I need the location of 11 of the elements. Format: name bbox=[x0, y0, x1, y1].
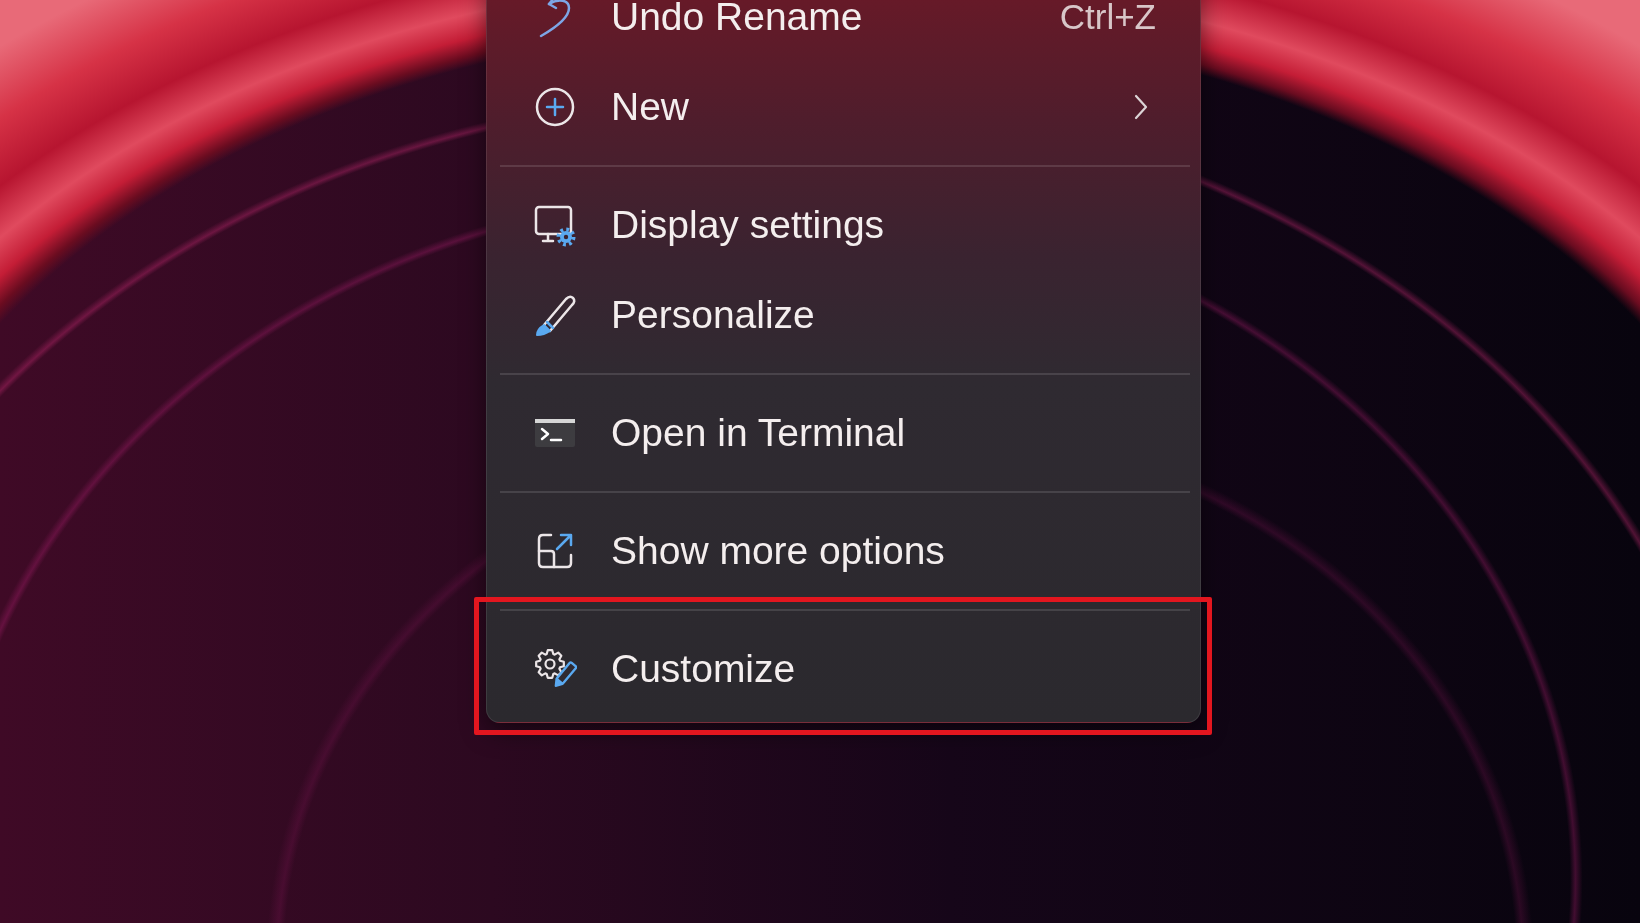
menu-item[interactable]: New bbox=[487, 62, 1200, 152]
pen-icon bbox=[533, 293, 577, 337]
plus-circle-icon bbox=[533, 85, 577, 129]
menu-item[interactable]: Open in Terminal bbox=[487, 388, 1200, 478]
shortcut-text: Ctrl+Z bbox=[1059, 0, 1156, 37]
menu-item[interactable]: Display settings bbox=[487, 180, 1200, 270]
menu-item[interactable]: Personalize bbox=[487, 270, 1200, 360]
menu-item[interactable]: Show more options bbox=[487, 506, 1200, 596]
monitor-gear-icon bbox=[533, 203, 577, 247]
menu-item[interactable]: Undo Rename Ctrl+Z bbox=[487, 0, 1200, 62]
menu-item[interactable]: Customize bbox=[487, 624, 1200, 714]
